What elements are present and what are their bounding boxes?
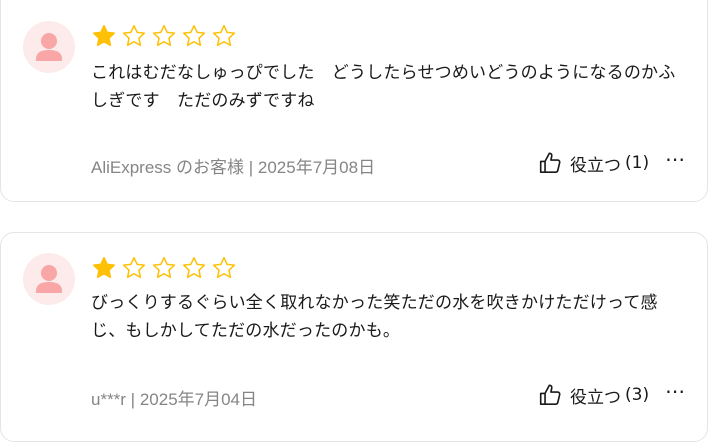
user-icon: [36, 33, 62, 61]
avatar: [23, 21, 75, 73]
star-outline-icon: [152, 256, 176, 279]
star-outline-icon: [122, 24, 146, 47]
star-outline-icon: [122, 256, 146, 279]
thumbs-up-icon: [539, 384, 561, 406]
review-card: これはむだなしゅっぴでした どうしたらせつめいどうのようになるのかふしぎです た…: [0, 0, 708, 202]
star-outline-icon: [182, 256, 206, 279]
helpful-button[interactable]: 役立つ (1): [538, 150, 649, 176]
review-text: これはむだなしゅっぴでした どうしたらせつめいどうのようになるのかふしぎです た…: [91, 63, 676, 111]
more-options-icon[interactable]: ⋯: [665, 379, 686, 403]
more-options-icon[interactable]: ⋯: [665, 147, 686, 171]
review-card: びっくりするぐらい全く取れなかった笑ただの水を吹きかけただけって感じ、もしかして…: [0, 232, 708, 442]
review-author-date: u***r | 2025年7月04日: [91, 390, 258, 409]
star-filled-icon: [92, 256, 116, 279]
star-filled-icon: [92, 24, 116, 47]
helpful-count: (1): [625, 153, 650, 173]
helpful-label: 役立つ: [570, 155, 621, 176]
thumbs-up-icon: [539, 152, 561, 174]
star-rating: [91, 23, 237, 49]
star-outline-icon: [212, 256, 236, 279]
review-author-date: AliExpress のお客様 | 2025年7月08日: [91, 158, 376, 177]
user-icon: [36, 265, 62, 293]
star-outline-icon: [152, 24, 176, 47]
avatar: [23, 253, 75, 305]
review-text: びっくりするぐらい全く取れなかった笑ただの水を吹きかけただけって感じ、もしかして…: [91, 293, 658, 341]
star-rating: [91, 255, 237, 281]
helpful-count: (3): [625, 385, 650, 405]
helpful-label: 役立つ: [570, 387, 621, 408]
star-outline-icon: [212, 24, 236, 47]
helpful-button[interactable]: 役立つ (3): [538, 382, 649, 408]
star-outline-icon: [182, 24, 206, 47]
